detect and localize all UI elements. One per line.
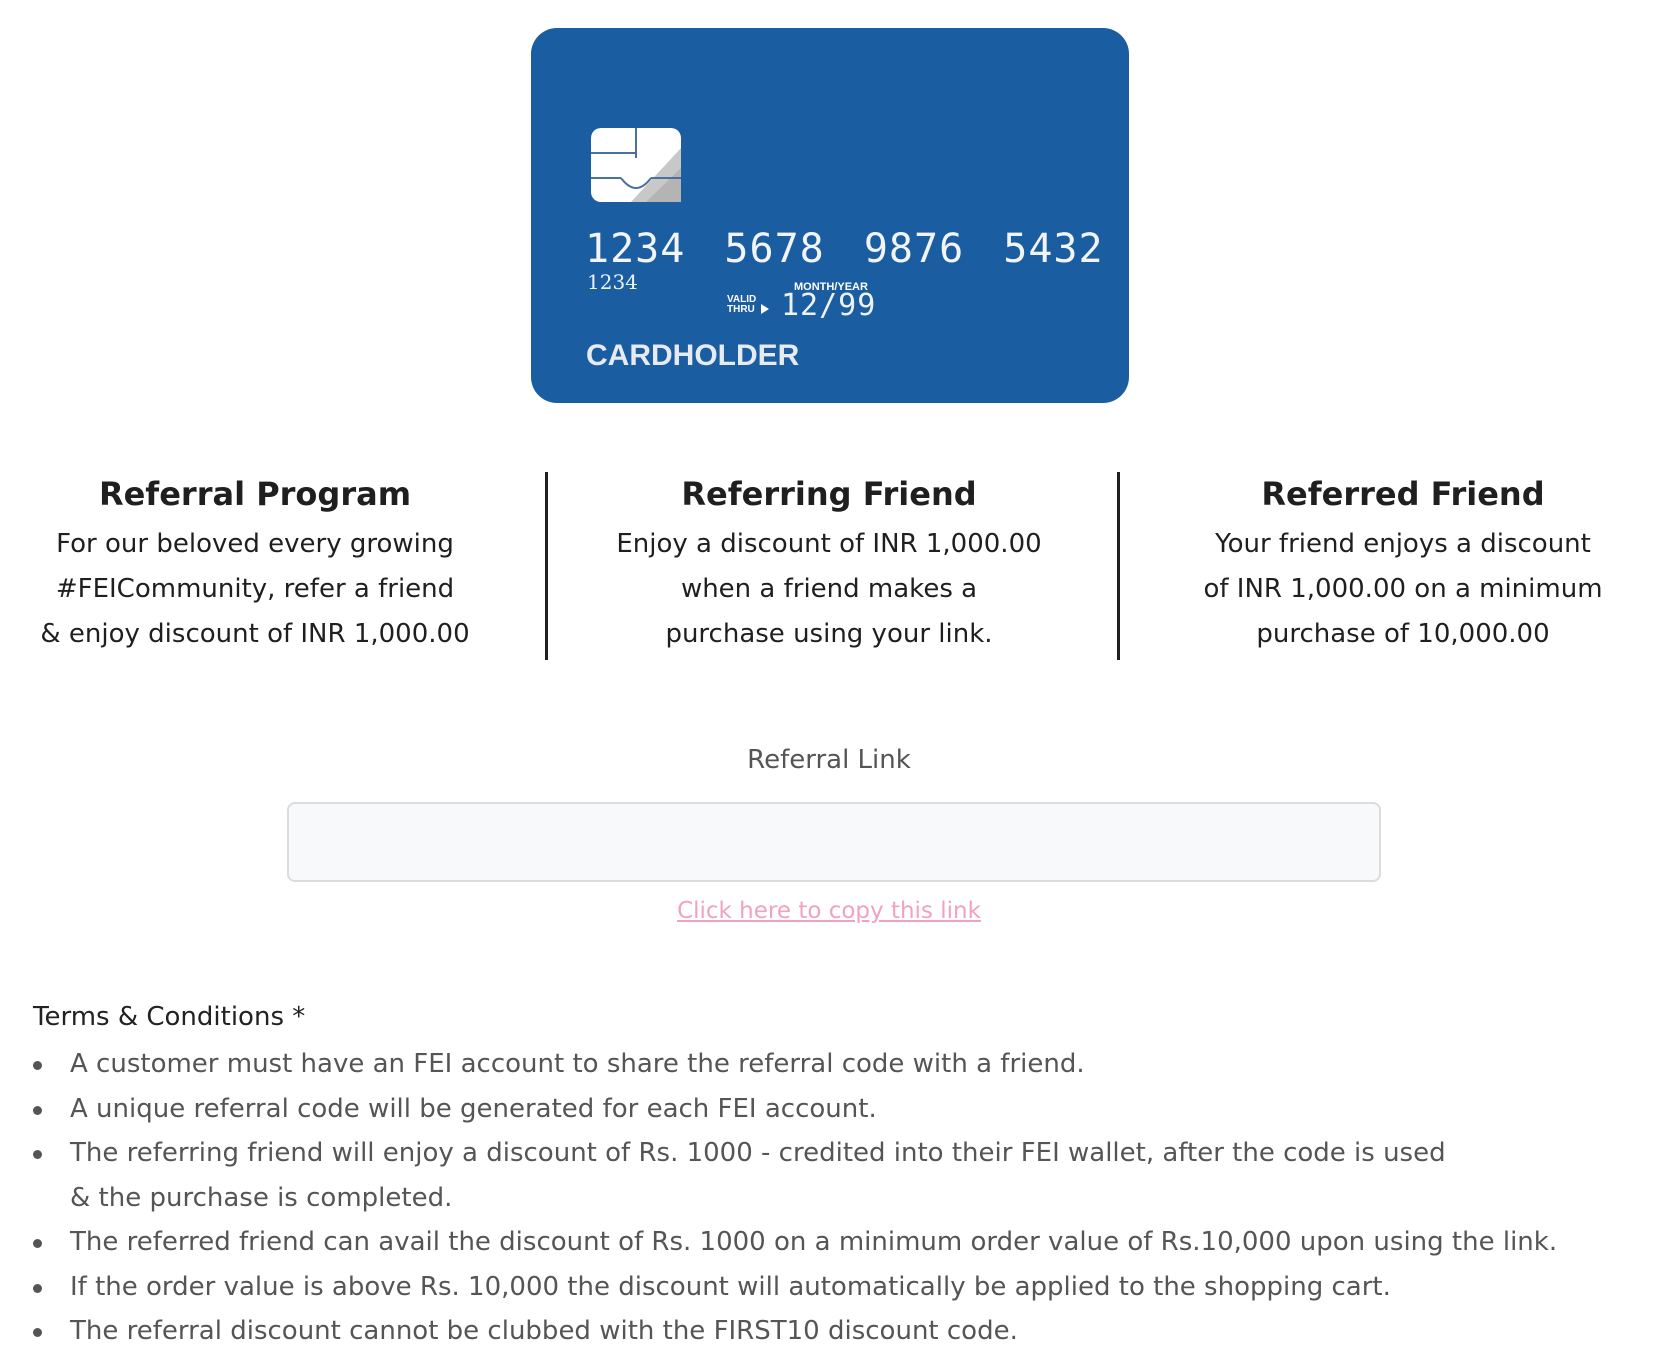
list-item: The referred friend can avail the discou… — [33, 1220, 1633, 1265]
card-small-number: 1234 — [587, 270, 638, 294]
terms-title: Terms & Conditions * — [33, 1002, 306, 1032]
column-title: Referred Friend — [1261, 475, 1545, 513]
column-title: Referral Program — [98, 475, 412, 513]
card-expiry: 12/99 — [781, 288, 877, 323]
referring-friend-column: Referring Friend Enjoy a discount of INR… — [559, 472, 1099, 657]
arrow-right-icon — [761, 304, 769, 314]
cardholder-name: CARDHOLDER — [586, 339, 800, 372]
column-text: For our beloved every growing #FEICommun… — [40, 529, 470, 649]
copy-link-row: Click here to copy this link — [0, 898, 1658, 924]
list-item: A unique referral code will be generated… — [33, 1087, 1633, 1132]
chip-icon — [591, 128, 681, 202]
copy-link-button[interactable]: Click here to copy this link — [677, 898, 981, 924]
list-item: The referring friend will enjoy a discou… — [33, 1131, 1633, 1220]
referral-info-columns: Referral Program For our beloved every g… — [0, 472, 1658, 662]
column-divider — [1117, 472, 1120, 660]
column-title: Referring Friend — [681, 475, 977, 513]
referred-friend-column: Referred Friend Your friend enjoys a dis… — [1133, 472, 1658, 657]
referral-program-column: Referral Program For our beloved every g… — [0, 472, 525, 657]
referral-link-label: Referral Link — [747, 745, 911, 775]
referral-link-input[interactable] — [287, 802, 1381, 882]
column-text: Enjoy a discount of INR 1,000.00 when a … — [616, 529, 1042, 649]
column-text: Your friend enjoys a discount of INR 1,0… — [1203, 529, 1603, 649]
list-item: If the order value is above Rs. 10,000 t… — [33, 1265, 1633, 1310]
column-divider — [545, 472, 548, 660]
credit-card-image: 1234 5678 9876 5432 1234 MONTH/YEAR VALI… — [531, 28, 1129, 403]
list-item: A customer must have an FEI account to s… — [33, 1042, 1633, 1087]
card-number: 1234 5678 9876 5432 — [585, 226, 1104, 272]
valid-thru-label: VALID THRU — [727, 294, 757, 315]
terms-list: A customer must have an FEI account to s… — [33, 1042, 1633, 1354]
list-item: The referral discount cannot be clubbed … — [33, 1309, 1633, 1354]
